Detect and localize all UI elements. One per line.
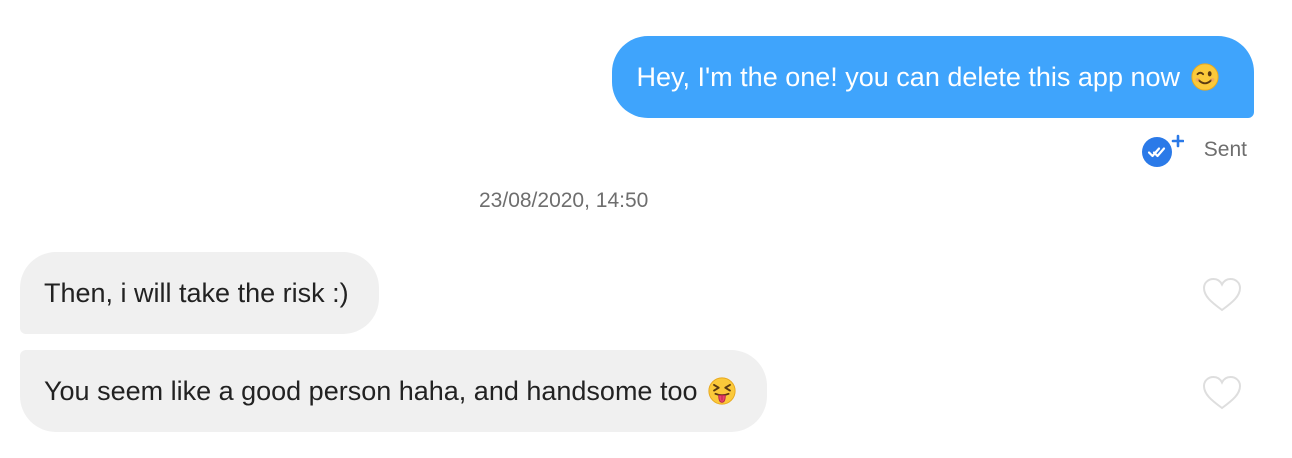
message-text: You seem like a good person haha, and ha… (44, 375, 698, 406)
like-heart-icon[interactable] (1201, 374, 1243, 412)
message-text: Hey, I'm the one! you can delete this ap… (636, 61, 1180, 92)
message-text: Then, i will take the risk :) (44, 277, 349, 308)
outgoing-message-bubble[interactable]: Hey, I'm the one! you can delete this ap… (611, 36, 1254, 118)
sent-status-label: Sent (1203, 138, 1247, 161)
like-heart-icon[interactable] (1201, 276, 1243, 314)
message-receipt: Sent (1140, 133, 1247, 167)
incoming-message-bubble[interactable]: Then, i will take the risk :) (20, 252, 379, 334)
double-check-plus-icon (1141, 134, 1184, 167)
winking-face-emoji-icon (1191, 63, 1219, 91)
squinting-face-with-tongue-emoji-icon (708, 377, 737, 405)
incoming-message-bubble[interactable]: You seem like a good person haha, and ha… (20, 350, 768, 432)
conversation-timestamp: 23/08/2020, 14:50 (479, 189, 649, 212)
